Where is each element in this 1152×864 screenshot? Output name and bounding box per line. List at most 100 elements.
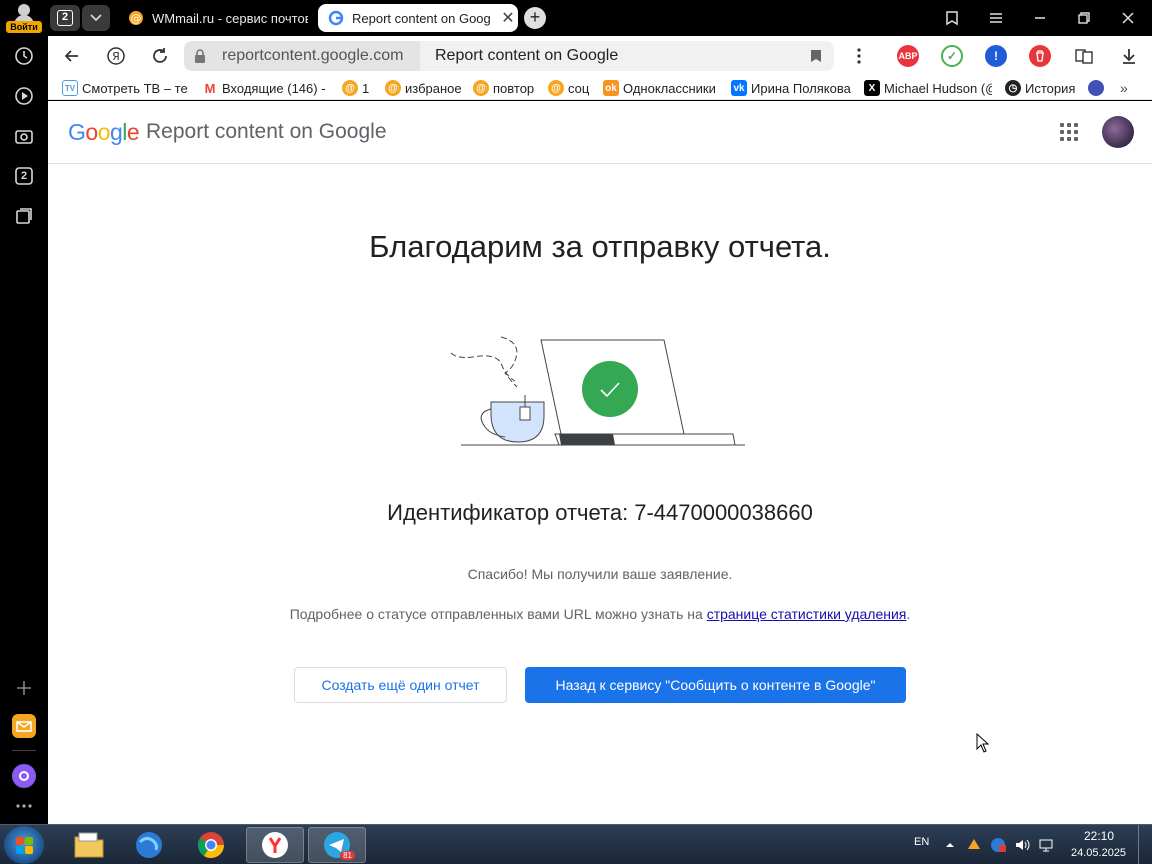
reload-icon[interactable] xyxy=(148,44,172,68)
avatar[interactable] xyxy=(1102,116,1134,148)
show-desktop-button[interactable] xyxy=(1138,825,1152,864)
bookmark-extra-icon[interactable] xyxy=(1088,79,1108,97)
mail-icon[interactable] xyxy=(12,714,36,738)
translate-extension-icon[interactable] xyxy=(1073,45,1095,67)
bookmark-item[interactable]: X Michael Hudson (@ xyxy=(864,79,992,97)
bookmarks-bar: TV Смотреть ТВ – те M Входящие (146) - @… xyxy=(48,76,1152,100)
vk-icon: vk xyxy=(731,80,747,96)
add-icon[interactable] xyxy=(12,676,36,700)
bookmarks-overflow-icon[interactable]: » xyxy=(1120,79,1128,97)
adguard-icon[interactable]: ✓ xyxy=(941,45,963,67)
yandex-icon[interactable]: Я xyxy=(104,44,128,68)
back-arrow-icon[interactable] xyxy=(60,44,84,68)
wmmail-icon: @ xyxy=(548,80,564,96)
svg-text:@: @ xyxy=(131,12,142,25)
download-icon[interactable] xyxy=(1117,44,1141,68)
restore-icon[interactable] xyxy=(1072,6,1096,30)
bookmark-item[interactable]: TV Смотреть ТВ – те xyxy=(62,79,188,97)
google-logo[interactable]: Google xyxy=(68,119,140,146)
trash-extension-icon[interactable] xyxy=(1029,45,1051,67)
google-header: Google Report content on Google xyxy=(48,101,1152,164)
bookmark-item[interactable]: @ соц xyxy=(548,79,589,97)
bookmark-item[interactable]: @ избраное xyxy=(385,79,462,97)
minimize-icon[interactable] xyxy=(1028,6,1052,30)
close-window-icon[interactable] xyxy=(1116,6,1140,30)
bookmark-item[interactable]: ok Одноклассники xyxy=(603,79,716,97)
tabs-count-icon[interactable]: 2 xyxy=(12,164,36,188)
menu-icon[interactable] xyxy=(984,6,1008,30)
network-icon[interactable] xyxy=(1038,837,1054,853)
history-icon: ◷ xyxy=(1005,80,1021,96)
bookmark-item[interactable]: ◷ История xyxy=(1005,79,1075,97)
login-label: Войти xyxy=(6,21,42,33)
wmmail-icon: @ xyxy=(385,80,401,96)
lock-icon[interactable] xyxy=(194,48,206,64)
sidebar-divider xyxy=(12,750,36,751)
tray-app-icon[interactable] xyxy=(966,837,982,853)
tv-icon: TV xyxy=(62,80,78,96)
tab-wmmail[interactable]: @ WMmail.ru - сервис почтовых xyxy=(118,4,308,32)
bookmark-item[interactable]: @ повтор xyxy=(473,79,534,97)
history-icon[interactable] xyxy=(12,44,36,68)
report-id-label: Идентификатор отчета: xyxy=(387,500,629,525)
login-button[interactable]: Войти xyxy=(4,0,44,34)
removal-stats-link[interactable]: странице статистики удаления xyxy=(707,606,907,622)
bookmark-item[interactable]: M Входящие (146) - xyxy=(202,79,326,97)
clock-time[interactable]: 22:10 xyxy=(1084,829,1114,843)
page-title: Благодарим за отправку отчета. xyxy=(369,229,831,264)
start-button[interactable] xyxy=(4,826,44,864)
tab-count-button[interactable]: 2 xyxy=(50,5,80,31)
gmail-icon: M xyxy=(202,80,218,96)
tray-overflow-icon[interactable] xyxy=(942,837,958,853)
mouse-cursor-icon xyxy=(976,733,990,753)
new-tab-button[interactable]: + xyxy=(524,7,546,29)
navigation-bar: Я reportcontent.google.com Report conten… xyxy=(48,36,1152,76)
page-content: Google Report content on Google Благодар… xyxy=(48,101,1152,824)
address-bar[interactable]: reportcontent.google.com Report content … xyxy=(184,41,834,71)
page-title-in-omnibox: Report content on Google xyxy=(435,47,619,64)
bookmark-item[interactable]: vk Ирина Полякова xyxy=(731,79,851,97)
thanks-message: Спасибо! Мы получили ваше заявление. xyxy=(467,566,733,582)
ie-taskbar-icon[interactable] xyxy=(120,827,178,863)
report-id-value: 7-4470000038660 xyxy=(634,500,813,525)
tray-security-icon[interactable] xyxy=(990,837,1006,853)
status-info-text: Подробнее о статусе отправленных вами UR… xyxy=(289,606,911,622)
back-to-service-button[interactable]: Назад к сервису "Сообщить о контенте в G… xyxy=(525,667,906,703)
camera-icon[interactable] xyxy=(12,124,36,148)
apps-grid-icon[interactable] xyxy=(1060,123,1080,143)
more-icon[interactable] xyxy=(12,794,36,818)
google-icon xyxy=(328,10,344,26)
tab-list-button[interactable] xyxy=(82,5,110,31)
close-icon[interactable]: ✕ xyxy=(498,8,518,28)
chrome-taskbar-icon[interactable] xyxy=(182,827,240,863)
bookmark-icon[interactable] xyxy=(810,49,822,63)
explorer-taskbar-icon[interactable] xyxy=(60,827,118,863)
taskbar: 81 EN 22:10 24.05.2025 xyxy=(0,824,1152,864)
report-id: Идентификатор отчета: 7-4470000038660 xyxy=(48,500,1152,526)
new-report-button[interactable]: Создать ещё один отчет xyxy=(294,667,507,703)
wmmail-icon: @ xyxy=(473,80,489,96)
url-host[interactable]: reportcontent.google.com xyxy=(184,41,420,71)
report-sent-illustration xyxy=(450,336,745,446)
clock-date[interactable]: 24.05.2025 xyxy=(1071,847,1126,859)
x-icon: X xyxy=(864,80,880,96)
bookmark-item[interactable]: @ 1 xyxy=(342,79,369,97)
yandex-browser-taskbar-icon[interactable] xyxy=(246,827,304,863)
telegram-badge: 81 xyxy=(340,851,355,860)
svg-text:Я: Я xyxy=(112,50,120,63)
ok-icon: ok xyxy=(603,80,619,96)
security-extension-icon[interactable]: ! xyxy=(985,45,1007,67)
tab-strip: 2 @ WMmail.ru - сервис почтовых Report c… xyxy=(48,0,1152,36)
more-vertical-icon[interactable] xyxy=(847,44,871,68)
volume-icon[interactable] xyxy=(1014,837,1030,853)
adblock-icon[interactable]: ABP xyxy=(897,45,919,67)
tab-report-content[interactable]: Report content on Goog ✕ xyxy=(318,4,518,32)
telegram-taskbar-icon[interactable]: 81 xyxy=(308,827,366,863)
alice-icon[interactable] xyxy=(12,764,36,788)
browser-sidebar: Войти 2 xyxy=(0,0,48,824)
play-icon[interactable] xyxy=(12,84,36,108)
product-title: Report content on Google xyxy=(146,120,387,143)
language-indicator[interactable]: EN xyxy=(914,836,929,848)
notes-icon[interactable] xyxy=(12,204,36,228)
bookmark-collection-icon[interactable] xyxy=(940,6,964,30)
